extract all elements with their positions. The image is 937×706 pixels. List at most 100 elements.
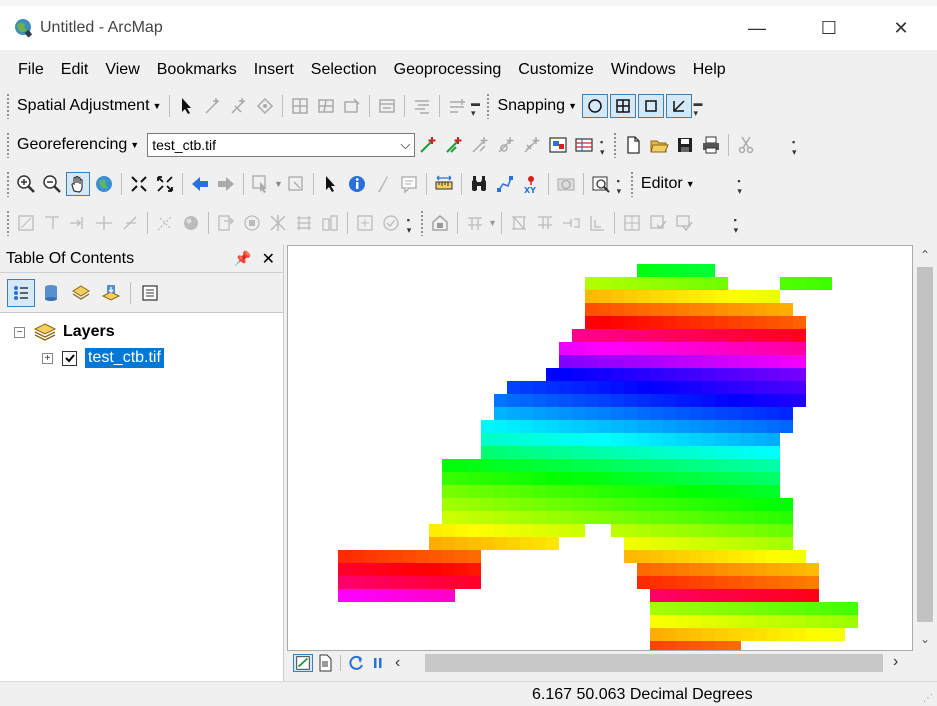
add-control-points-icon[interactable]: [416, 133, 440, 157]
topology-error-icon[interactable]: [533, 211, 557, 235]
open-folder-icon[interactable]: [647, 133, 671, 157]
pause-drawing-icon[interactable]: [368, 654, 388, 672]
toolbar-overflow-icon[interactable]: ▪ ▾: [597, 132, 607, 158]
map-view[interactable]: [287, 245, 913, 651]
toolbar-grip[interactable]: [486, 93, 491, 119]
print-icon[interactable]: [699, 133, 723, 157]
zoom-out-icon[interactable]: [40, 172, 64, 196]
toolbar-grip[interactable]: [629, 171, 634, 197]
toolbar-grip[interactable]: [613, 132, 618, 158]
select-elements-icon[interactable]: [319, 172, 343, 196]
toolbar-overflow-icon[interactable]: ▪ ▾: [731, 210, 741, 236]
toolbar-overflow-icon[interactable]: ▪ ▾: [404, 210, 414, 236]
close-window-button[interactable]: ✕: [865, 6, 937, 50]
caret-down-icon[interactable]: ▼: [274, 179, 283, 189]
list-by-visibility-icon[interactable]: [67, 279, 95, 307]
scroll-left-icon[interactable]: ‹: [395, 654, 400, 672]
pin-icon[interactable]: 📌: [234, 250, 251, 267]
organize-templates-icon[interactable]: [318, 211, 342, 235]
adjust-options-icon[interactable]: [445, 94, 469, 118]
list-by-drawing-order-icon[interactable]: [7, 278, 35, 307]
caret-down-icon[interactable]: ▼: [488, 218, 497, 228]
zoom-in-icon[interactable]: [14, 172, 38, 196]
cut-polygons-icon[interactable]: [66, 211, 90, 235]
refresh-icon[interactable]: [346, 654, 366, 672]
topology-edit-icon[interactable]: [463, 211, 487, 235]
validate-icon[interactable]: [379, 211, 403, 235]
edge-match-icon[interactable]: [314, 94, 338, 118]
pan-hand-icon[interactable]: [66, 172, 90, 196]
close-panel-icon[interactable]: ✕: [262, 249, 275, 269]
attributes-icon[interactable]: [214, 211, 238, 235]
zoom-to-selected-link-icon[interactable]: [494, 133, 518, 157]
menu-geoprocessing[interactable]: Geoprocessing: [386, 55, 511, 85]
editing-options-icon[interactable]: [353, 211, 377, 235]
identify-icon[interactable]: [345, 172, 369, 196]
topology-select-icon[interactable]: [428, 211, 452, 235]
layers-group-row[interactable]: − Layers: [0, 319, 283, 345]
shared-features-icon[interactable]: [585, 211, 609, 235]
toolbar-grip[interactable]: [6, 93, 10, 119]
layer-row[interactable]: + test_ctb.tif: [0, 345, 283, 371]
vertex-snapping-icon[interactable]: [638, 94, 664, 118]
menu-selection[interactable]: Selection: [303, 55, 386, 85]
validate-topology-icon[interactable]: [646, 211, 670, 235]
data-view-icon[interactable]: [293, 654, 313, 672]
toolbar-grip[interactable]: [6, 132, 10, 158]
fix-topology-icon[interactable]: [507, 211, 531, 235]
scroll-down-icon[interactable]: ⌄: [913, 629, 937, 649]
menu-bookmarks[interactable]: Bookmarks: [149, 55, 246, 85]
vertical-scroll-thumb[interactable]: [917, 267, 933, 622]
maximize-button[interactable]: ☐: [793, 6, 865, 50]
multi-displacement-icon[interactable]: [227, 94, 251, 118]
delete-link-icon[interactable]: [520, 133, 544, 157]
html-popup-icon[interactable]: [397, 172, 421, 196]
viewer-icon[interactable]: [546, 133, 570, 157]
create-features-icon[interactable]: [292, 211, 316, 235]
measure-icon[interactable]: [432, 172, 456, 196]
hyperlink-icon[interactable]: [371, 172, 395, 196]
toolbar-overflow-icon[interactable]: ▪ ▾: [789, 132, 799, 158]
scroll-up-icon[interactable]: ⌃: [913, 245, 937, 265]
toolbar-overflow-icon[interactable]: ▪ ▾: [735, 171, 745, 197]
edge-snapping-icon[interactable]: [666, 94, 692, 118]
save-icon[interactable]: [673, 133, 697, 157]
reshape-feature-icon[interactable]: [40, 211, 64, 235]
menu-customize[interactable]: Customize: [510, 55, 603, 85]
layout-view-icon[interactable]: [315, 654, 335, 672]
adjustment-preview-icon[interactable]: [410, 94, 434, 118]
cut-icon[interactable]: [734, 133, 758, 157]
menu-view[interactable]: View: [97, 55, 148, 85]
scroll-right-icon[interactable]: ›: [893, 653, 898, 671]
collapse-icon[interactable]: −: [14, 326, 25, 338]
find-route-icon[interactable]: [493, 172, 517, 196]
new-displacement-link-icon[interactable]: [201, 94, 225, 118]
expand-icon[interactable]: +: [42, 352, 53, 364]
horizontal-scroll-thumb[interactable]: [425, 654, 883, 672]
sketch-properties-icon[interactable]: [240, 211, 264, 235]
toolbar-grip[interactable]: [6, 210, 10, 236]
resize-grip-icon[interactable]: ⋰: [923, 693, 933, 704]
minimize-button[interactable]: —: [721, 6, 793, 50]
sketch-icon[interactable]: [153, 211, 177, 235]
point-snapping-icon[interactable]: [582, 94, 608, 118]
topology-settings-icon[interactable]: [672, 211, 696, 235]
view-link-table-icon[interactable]: [375, 94, 399, 118]
identity-link-icon[interactable]: [253, 94, 277, 118]
editor-menu[interactable]: Editor ▼: [637, 175, 699, 193]
layer-name[interactable]: test_ctb.tif: [85, 348, 164, 368]
menu-edit[interactable]: Edit: [53, 55, 98, 85]
menu-help[interactable]: Help: [685, 55, 735, 85]
error-inspector-icon[interactable]: [620, 211, 644, 235]
snapping-menu[interactable]: Snapping ▼: [493, 97, 581, 115]
split-tool-icon[interactable]: [92, 211, 116, 235]
clear-selection-icon[interactable]: [284, 172, 308, 196]
georeferencing-menu[interactable]: Georeferencing ▼: [13, 136, 143, 154]
sphere-icon[interactable]: [179, 211, 203, 235]
new-document-icon[interactable]: [621, 133, 645, 157]
fixed-zoom-in-icon[interactable]: [127, 172, 151, 196]
go-to-xy-icon[interactable]: XY: [519, 172, 543, 196]
toolbar-overflow-icon[interactable]: ▬ ▾: [693, 93, 703, 119]
list-by-selection-icon[interactable]: [97, 279, 125, 307]
link-table-icon[interactable]: [288, 94, 312, 118]
